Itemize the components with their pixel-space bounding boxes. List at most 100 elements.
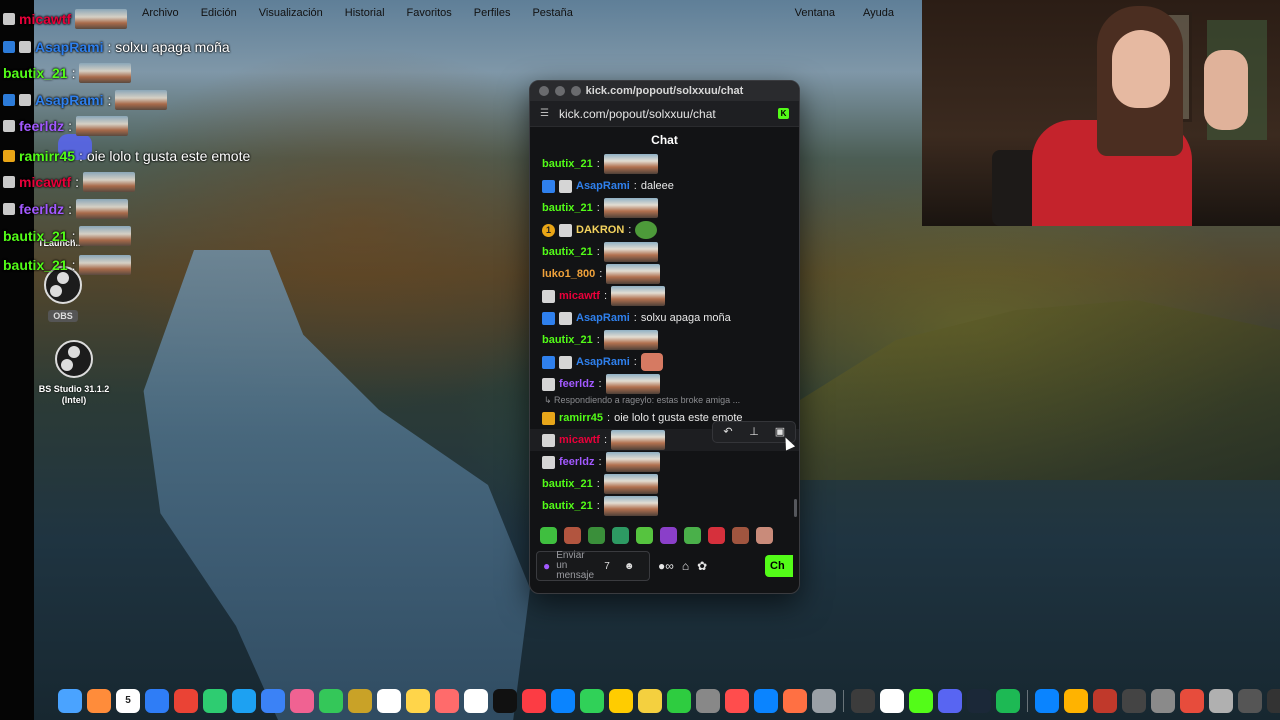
dock-app-icon[interactable] (1267, 689, 1280, 713)
dock-app-icon[interactable] (1122, 689, 1146, 713)
obs-studio-desktop-icon[interactable]: BS Studio 31.1.2 (Intel) (30, 340, 118, 406)
pin-icon[interactable]: ⊥ (743, 424, 765, 440)
reply-icon[interactable]: ↶ (717, 424, 739, 440)
chat-username[interactable]: feerldz (559, 456, 594, 468)
chat-message[interactable]: feerldz: (542, 373, 660, 395)
dock-app-icon[interactable] (783, 689, 807, 713)
chat-username[interactable]: AsapRami (576, 180, 630, 192)
dock-app-icon[interactable] (696, 689, 720, 713)
dock-app-icon[interactable] (58, 689, 82, 713)
dock-app-icon[interactable] (435, 689, 459, 713)
chat-message[interactable]: bautix_21: (542, 153, 658, 175)
menu-favoritos[interactable]: Favoritos (407, 7, 452, 19)
menu-archivo[interactable]: Archivo (142, 7, 179, 19)
menu-perfiles[interactable]: Perfiles (474, 7, 511, 19)
menu-ventana[interactable]: Ventana (795, 7, 835, 19)
dock-app-icon[interactable] (377, 689, 401, 713)
dock-app-icon[interactable] (880, 689, 904, 713)
close-window-button[interactable] (539, 86, 549, 96)
chat-username[interactable]: bautix_21 (542, 246, 593, 258)
menu-edicion[interactable]: Edición (201, 7, 237, 19)
menu-historial[interactable]: Historial (345, 7, 385, 19)
menu-pestana[interactable]: Pestaña (532, 7, 572, 19)
chat-message[interactable]: micawtf: (542, 429, 666, 451)
dock-app-icon[interactable] (1209, 689, 1233, 713)
quick-emote-icon[interactable] (636, 526, 653, 544)
chat-message[interactable]: bautix_21: (542, 197, 658, 219)
dock-app-icon[interactable] (232, 689, 256, 713)
chat-message[interactable]: bautix_21: (542, 241, 658, 263)
dock-app-icon[interactable] (851, 689, 875, 713)
quick-emote-icon[interactable] (732, 526, 749, 544)
dock-app-icon[interactable] (493, 689, 517, 713)
chat-message[interactable]: AsapRami: daleee (542, 175, 674, 197)
emoji-icon[interactable]: ☻ (624, 561, 635, 572)
dock-app-icon[interactable] (1238, 689, 1262, 713)
chat-message[interactable]: bautix_21: (542, 329, 658, 351)
dock-app-icon[interactable] (609, 689, 633, 713)
message-input[interactable]: ● Enviar un mensaje 7 ☻ (536, 551, 650, 581)
dock-app-icon[interactable] (290, 689, 314, 713)
kick-extension-icon[interactable]: K (778, 108, 789, 119)
quick-emote-icon[interactable] (540, 526, 557, 544)
chat-username[interactable]: bautix_21 (542, 334, 593, 346)
settings-gear-icon[interactable]: ✿ (697, 559, 707, 573)
quick-emote-icon[interactable] (564, 526, 581, 544)
url-text[interactable]: kick.com/popout/solxxuu/chat (559, 107, 768, 121)
chat-username[interactable]: feerldz (559, 378, 594, 390)
quick-emote-icon[interactable] (684, 526, 701, 544)
chat-message[interactable]: bautix_21: (542, 495, 658, 517)
chat-message[interactable]: micawtf: (542, 285, 666, 307)
chat-message[interactable]: AsapRami: (542, 351, 663, 373)
dock-app-icon[interactable] (319, 689, 343, 713)
dock-app-icon[interactable] (638, 689, 662, 713)
dock-app-icon[interactable] (348, 689, 372, 713)
dock-app-icon[interactable] (406, 689, 430, 713)
dock-app-icon[interactable] (174, 689, 198, 713)
chat-username[interactable]: micawtf (559, 290, 600, 302)
quick-emote-icon[interactable] (612, 526, 629, 544)
dock-app-icon[interactable] (1064, 689, 1088, 713)
dock-app-icon[interactable] (725, 689, 749, 713)
calendar-icon[interactable]: 5 (116, 689, 140, 713)
dock-app-icon[interactable] (551, 689, 575, 713)
chat-username[interactable]: bautix_21 (542, 500, 593, 512)
quick-emote-icon[interactable] (588, 526, 605, 544)
chat-username[interactable]: AsapRami (576, 312, 630, 324)
chat-username[interactable]: luko1_800 (542, 268, 595, 280)
dock-app-icon[interactable] (1180, 689, 1204, 713)
site-settings-icon[interactable]: ☰ (540, 108, 549, 119)
dock-app-icon[interactable] (812, 689, 836, 713)
dock-app-icon[interactable] (996, 689, 1020, 713)
chat-username[interactable]: bautix_21 (542, 158, 593, 170)
zoom-window-button[interactable] (571, 86, 581, 96)
chat-message[interactable]: 1 DAKRON: (542, 219, 658, 241)
dock-app-icon[interactable] (1093, 689, 1117, 713)
menu-ayuda[interactable]: Ayuda (863, 7, 894, 19)
dock-app-icon[interactable] (1151, 689, 1175, 713)
chat-username[interactable]: ramirr45 (559, 412, 603, 424)
chat-message[interactable]: luko1_800: (542, 263, 661, 285)
microphone-icon[interactable]: ● (543, 559, 550, 573)
chat-username[interactable]: DAKRON (576, 224, 624, 236)
dock-app-icon[interactable] (87, 689, 111, 713)
chat-message[interactable]: feerldz: (542, 451, 660, 473)
chat-messages[interactable]: bautix_21: AsapRami: daleee bautix_21:1 DAKR… (530, 153, 799, 523)
store-icon[interactable]: ⌂ (682, 559, 689, 573)
dock-app-icon[interactable] (1035, 689, 1059, 713)
quick-emote-icon[interactable] (660, 526, 677, 544)
quick-emote-icon[interactable] (756, 526, 773, 544)
dock-app-icon[interactable] (938, 689, 962, 713)
chat-scrollbar[interactable] (794, 499, 797, 517)
dock-app-icon[interactable] (522, 689, 546, 713)
dock-app-icon[interactable] (967, 689, 991, 713)
menu-visualizacion[interactable]: Visualización (259, 7, 323, 19)
command-icon[interactable]: 7 (604, 561, 610, 572)
dock-app-icon[interactable] (909, 689, 933, 713)
send-chat-button[interactable]: Ch (765, 555, 793, 577)
quick-emote-icon[interactable] (708, 526, 725, 544)
dock-app-icon[interactable] (464, 689, 488, 713)
dock-app-icon[interactable] (261, 689, 285, 713)
dock-app-icon[interactable] (754, 689, 778, 713)
chat-message[interactable]: AsapRami: solxu apaga moña (542, 307, 731, 329)
